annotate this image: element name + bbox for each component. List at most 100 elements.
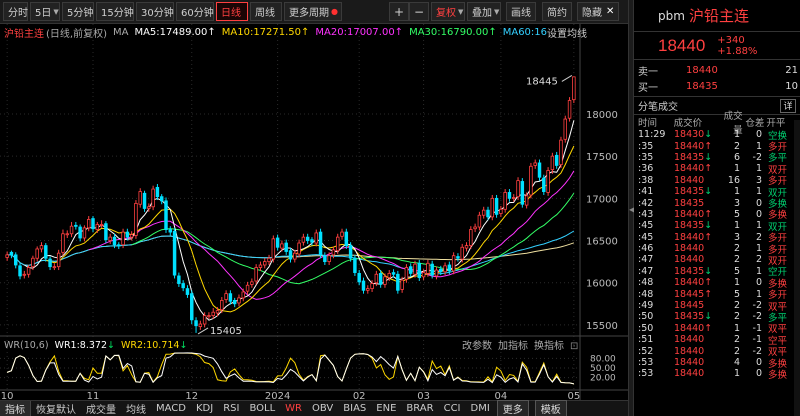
candle: [490, 194, 495, 221]
period-button-2[interactable]: 5分钟: [62, 2, 94, 21]
tick-price-cell: 18435: [674, 198, 718, 209]
tick-price: 18440: [674, 208, 705, 220]
wr1-value: WR1:8.372: [54, 339, 107, 351]
indicator-tab-0[interactable]: 恢复默认: [31, 401, 81, 416]
period-button-6[interactable]: 日线: [216, 2, 248, 21]
indicator-tab-7[interactable]: WR: [280, 403, 307, 414]
tick-oi: 1: [755, 265, 762, 277]
adjust-dropdown[interactable]: 复权 ▼: [431, 2, 465, 21]
period-button-0[interactable]: 分时: [3, 2, 28, 21]
tick-type: 多换: [768, 369, 788, 381]
tick-price: 18440: [674, 368, 705, 380]
ma-label: MA: [112, 26, 129, 38]
indicator-link-0[interactable]: 改参数: [462, 341, 492, 352]
indicator-tab-4[interactable]: KDJ: [191, 403, 218, 414]
period-button-5[interactable]: 60分钟: [176, 2, 214, 21]
zoom-out-button[interactable]: −: [409, 2, 429, 21]
indicator-link-2[interactable]: 换指标: [534, 341, 564, 352]
indicator-tab-8[interactable]: OBV: [307, 403, 338, 414]
tick-time: :52: [638, 345, 654, 357]
simple-mode-button[interactable]: 简约: [542, 2, 572, 21]
candle: [559, 136, 563, 168]
x-tick-label: 05: [567, 391, 580, 400]
period-label: (日线,前复权): [46, 28, 107, 40]
ticks-scrollbar[interactable]: [794, 120, 800, 416]
tick-volume: 16: [727, 174, 740, 186]
bid-ask-label: 卖一: [638, 66, 658, 78]
candle: [35, 246, 39, 262]
bid-ask-label: 买一: [638, 82, 658, 94]
indicator-tab-14[interactable]: 更多: [496, 400, 529, 416]
indicator-tab-10[interactable]: ENE: [371, 403, 401, 414]
candle: [563, 115, 567, 143]
candle: [168, 226, 173, 236]
tick-volume: 2: [733, 243, 740, 255]
indicator-tab-2[interactable]: 均线: [121, 401, 151, 416]
tick-time: :42: [638, 197, 654, 209]
tick-oi: 0: [755, 208, 762, 220]
tick-oi: -2: [752, 300, 762, 312]
expand-icon[interactable]: ⊡: [570, 341, 578, 352]
tick-price-cell: 18440↑: [674, 209, 718, 220]
period-button-4[interactable]: 30分钟: [136, 2, 174, 21]
y-tick-label: 15500: [586, 321, 618, 332]
ma5-line: [24, 120, 575, 321]
indicator-links: 改参数 加指标 换指标 ⊡: [462, 337, 584, 352]
tick-price: 18430: [674, 129, 705, 141]
indicator-tab-11[interactable]: BRAR: [401, 403, 438, 414]
indicator-tab-9[interactable]: BIAS: [338, 403, 371, 414]
tick-volume: 2: [733, 334, 740, 346]
candle: [533, 159, 537, 169]
candle: [104, 221, 108, 244]
indicator-tab-13[interactable]: DMI: [466, 403, 495, 414]
indicator-tab-3[interactable]: MACD: [151, 403, 191, 414]
tick-volume: 5: [733, 265, 740, 277]
tick-row: :53 18440 1 0 多换: [634, 368, 800, 381]
chevron-down-icon: ▼: [494, 7, 500, 16]
bid-ask-book: 卖一 18440 21 买一 18435 10: [634, 60, 800, 97]
tick-oi: -2: [752, 311, 762, 323]
period-button-1[interactable]: 5日 ▼: [30, 2, 60, 21]
candle: [177, 272, 181, 287]
candle: [190, 290, 194, 325]
zoom-in-button[interactable]: +: [389, 2, 409, 21]
indicator-button[interactable]: 指标: [0, 401, 31, 416]
tick-volume: 3: [733, 197, 740, 209]
period-button-3[interactable]: 15分钟: [96, 2, 134, 21]
detail-button[interactable]: 详: [780, 98, 796, 113]
ticks-list[interactable]: 11:29 18430↓ 1 0 空换:35 18440↑ 2 1 多开:35 18435↓ 6 -2…: [634, 129, 800, 381]
wr-tick-label: 80.00: [590, 354, 616, 364]
hide-panel-button[interactable]: 隐藏 ✕: [577, 2, 620, 21]
hide-label: 隐藏: [582, 8, 602, 19]
candle: [434, 266, 439, 280]
ma-setting-link[interactable]: 设置均线: [547, 25, 587, 40]
tick-price-cell: 18440: [674, 254, 718, 265]
indicator-link-1[interactable]: 加指标: [498, 341, 528, 352]
tick-oi: 1: [755, 163, 762, 175]
ma20-value: MA20:17007.00↑: [315, 26, 404, 38]
indicator-tab-1[interactable]: 成交量: [81, 401, 121, 416]
indicator-tab-6[interactable]: BOLL: [244, 403, 280, 414]
period-label: 15分钟: [101, 8, 134, 19]
candle: [383, 273, 387, 288]
period-button-7[interactable]: 周线: [250, 2, 282, 21]
tick-volume: 4: [733, 357, 740, 368]
draw-line-button[interactable]: 画线: [506, 2, 536, 21]
template-button[interactable]: 模板: [534, 400, 567, 416]
x-tick-label: 10: [1, 391, 14, 400]
candle: [516, 177, 520, 201]
candle: [86, 216, 91, 232]
candle: [263, 258, 267, 269]
overlay-dropdown[interactable]: 叠加 ▼: [467, 2, 501, 21]
candle: [323, 252, 327, 265]
high-marker: [561, 75, 573, 82]
indicator-tab-12[interactable]: CCI: [439, 403, 466, 414]
period-button-8[interactable]: 更多周期 ●: [284, 2, 342, 21]
indicator-tab-5[interactable]: RSI: [218, 403, 244, 414]
tick-price-cell: 18435↓: [674, 186, 718, 197]
wr-label: WR(10,6): [4, 339, 49, 351]
candle: [494, 194, 499, 218]
arrow-down-icon: ↓: [107, 339, 115, 351]
tick-price-cell: 18435↓: [674, 152, 718, 163]
tick-time: :50: [638, 311, 654, 323]
